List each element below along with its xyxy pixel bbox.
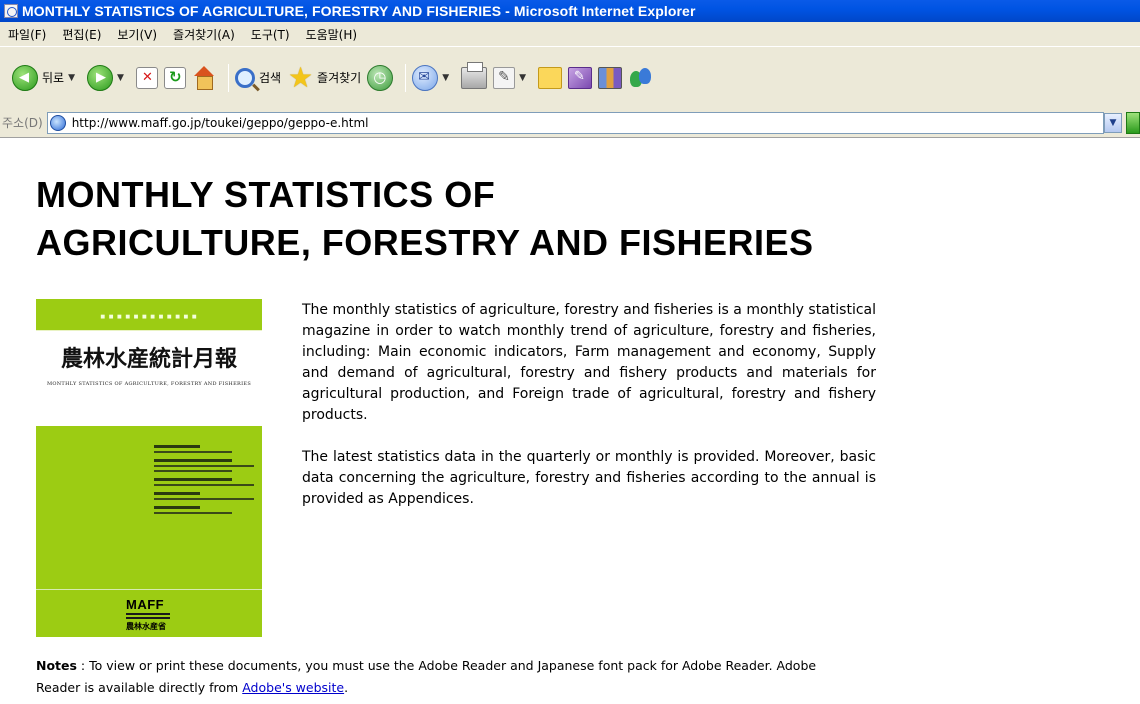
cover-publisher-line <box>126 613 170 615</box>
menu-file[interactable]: 파일(F) <box>8 26 46 43</box>
forward-dropdown-icon[interactable]: ▼ <box>117 73 124 83</box>
mail-icon <box>412 64 439 91</box>
window-title-bar[interactable]: MONTHLY STATISTICS OF AGRICULTURE, FORES… <box>0 0 1140 22</box>
cover-contents-list <box>154 445 254 517</box>
toolbar: 뒤로 ▼ ▼ 검색 즐겨찾기 ▼ ▼ <box>0 46 1140 108</box>
notes-label: Notes <box>36 658 77 673</box>
cover-contents-line <box>154 445 200 448</box>
cover-publisher: MAFF <box>126 597 165 612</box>
search-icon <box>234 67 255 88</box>
home-icon <box>192 65 216 90</box>
description-paragraph-1: The monthly statistics of agriculture, f… <box>302 302 876 423</box>
cover-contents-line <box>154 478 232 481</box>
address-label: 주소(D) <box>2 116 43 130</box>
notes: Notes : To view or print these documents… <box>36 655 856 699</box>
stop-icon <box>135 66 158 89</box>
cover-contents-line <box>154 470 232 472</box>
cover-publisher-line <box>126 617 170 619</box>
cover-en-subtitle: MONTHLY STATISTICS OF AGRICULTURE, FORES… <box>46 381 252 387</box>
research-button[interactable] <box>568 61 593 95</box>
home-button[interactable] <box>192 61 216 95</box>
menu-favorites[interactable]: 즐겨찾기(A) <box>173 26 235 43</box>
mail-button[interactable]: ▼ <box>412 61 455 95</box>
search-label: 검색 <box>258 71 282 85</box>
address-bar: 주소(D) http://www.maff.go.jp/toukei/geppo… <box>0 108 1140 138</box>
cover-jp-title: 農林水産統計月報 <box>60 346 237 372</box>
discuss-button[interactable] <box>538 61 563 95</box>
cover-publisher-jp: 農林水産省 <box>126 622 166 631</box>
back-dropdown-icon[interactable]: ▼ <box>68 73 75 83</box>
menu-edit[interactable]: 편집(E) <box>62 26 101 43</box>
edit-icon <box>493 66 516 89</box>
cover-contents-line <box>154 451 232 453</box>
messenger-button[interactable] <box>628 61 654 95</box>
address-input[interactable]: http://www.maff.go.jp/toukei/geppo/geppo… <box>46 111 1104 134</box>
history-icon <box>367 64 394 91</box>
books-icon <box>598 66 623 89</box>
page-title-line2: AGRICULTURE, FORESTRY AND FISHERIES <box>36 222 814 263</box>
menu-bar: 파일(F) 편집(E) 보기(V) 즐겨찾기(A) 도구(T) 도움말(H) <box>0 22 1140 46</box>
encyclopedia-button[interactable] <box>598 61 623 95</box>
menu-tools[interactable]: 도구(T) <box>251 26 290 43</box>
printer-icon <box>461 61 488 89</box>
magazine-cover-image: ■ ■ ■ ■ ■ ■ ■ ■ ■ ■ ■ ■ 農林水産統計月報 MONTHLY… <box>36 299 262 637</box>
edit-button[interactable]: ▼ <box>493 61 532 95</box>
back-arrow-icon <box>12 64 38 91</box>
messenger-icon <box>628 65 654 91</box>
cover-contents-line <box>154 492 200 495</box>
description-paragraph-2: The latest statistics data in the quarte… <box>302 449 876 507</box>
notes-text: To view or print these documents, you mu… <box>36 658 817 695</box>
notes-end: . <box>344 680 349 695</box>
ie-window-icon[interactable] <box>4 4 18 18</box>
refresh-button[interactable] <box>163 61 186 95</box>
cover-top-caption: ■ ■ ■ ■ ■ ■ ■ ■ ■ ■ ■ ■ <box>100 314 198 320</box>
page-content: MONTHLY STATISTICS OF AGRICULTURE, FORES… <box>0 139 1140 704</box>
go-button[interactable] <box>1126 111 1140 134</box>
print-button[interactable] <box>461 61 488 95</box>
research-icon <box>568 66 593 89</box>
forward-arrow-icon <box>87 64 114 91</box>
search-button[interactable]: 검색 <box>234 61 282 95</box>
cover-divider <box>36 330 262 331</box>
page-title-line1: MONTHLY STATISTICS OF <box>36 174 496 215</box>
notes-separator: : <box>76 658 90 673</box>
back-button[interactable]: 뒤로 ▼ <box>12 61 81 95</box>
toolbar-separator <box>227 63 229 92</box>
edit-dropdown-icon[interactable]: ▼ <box>519 73 526 83</box>
history-button[interactable] <box>367 61 394 95</box>
description-text: The monthly statistics of agriculture, f… <box>302 300 876 531</box>
mail-dropdown-icon[interactable]: ▼ <box>442 73 449 83</box>
forward-button[interactable]: ▼ <box>87 61 130 95</box>
cover-contents-line <box>154 459 232 462</box>
cover-contents-line <box>154 484 254 486</box>
cover-contents-line <box>154 465 254 467</box>
adobe-website-link[interactable]: Adobe's website <box>242 680 344 695</box>
folder-icon <box>538 66 563 89</box>
toolbar-separator <box>405 63 407 92</box>
refresh-icon <box>163 66 186 89</box>
favorites-label: 즐겨찾기 <box>317 71 362 85</box>
page-globe-icon <box>49 114 66 131</box>
back-label: 뒤로 <box>42 71 65 85</box>
address-dropdown-icon[interactable]: ▼ <box>1104 112 1122 133</box>
window-title: MONTHLY STATISTICS OF AGRICULTURE, FORES… <box>22 3 696 19</box>
cover-contents-line <box>154 512 232 514</box>
stop-button[interactable] <box>135 61 158 95</box>
cover-bottom-divider <box>36 589 262 590</box>
menu-view[interactable]: 보기(V) <box>117 26 157 43</box>
address-url[interactable]: http://www.maff.go.jp/toukei/geppo/geppo… <box>72 116 369 130</box>
menu-help[interactable]: 도움말(H) <box>306 26 358 43</box>
page-title: MONTHLY STATISTICS OF AGRICULTURE, FORES… <box>36 171 936 267</box>
favorites-button[interactable]: 즐겨찾기 <box>287 61 361 95</box>
cover-contents-line <box>154 506 200 509</box>
cover-contents-line <box>154 498 254 500</box>
star-icon <box>287 61 313 94</box>
